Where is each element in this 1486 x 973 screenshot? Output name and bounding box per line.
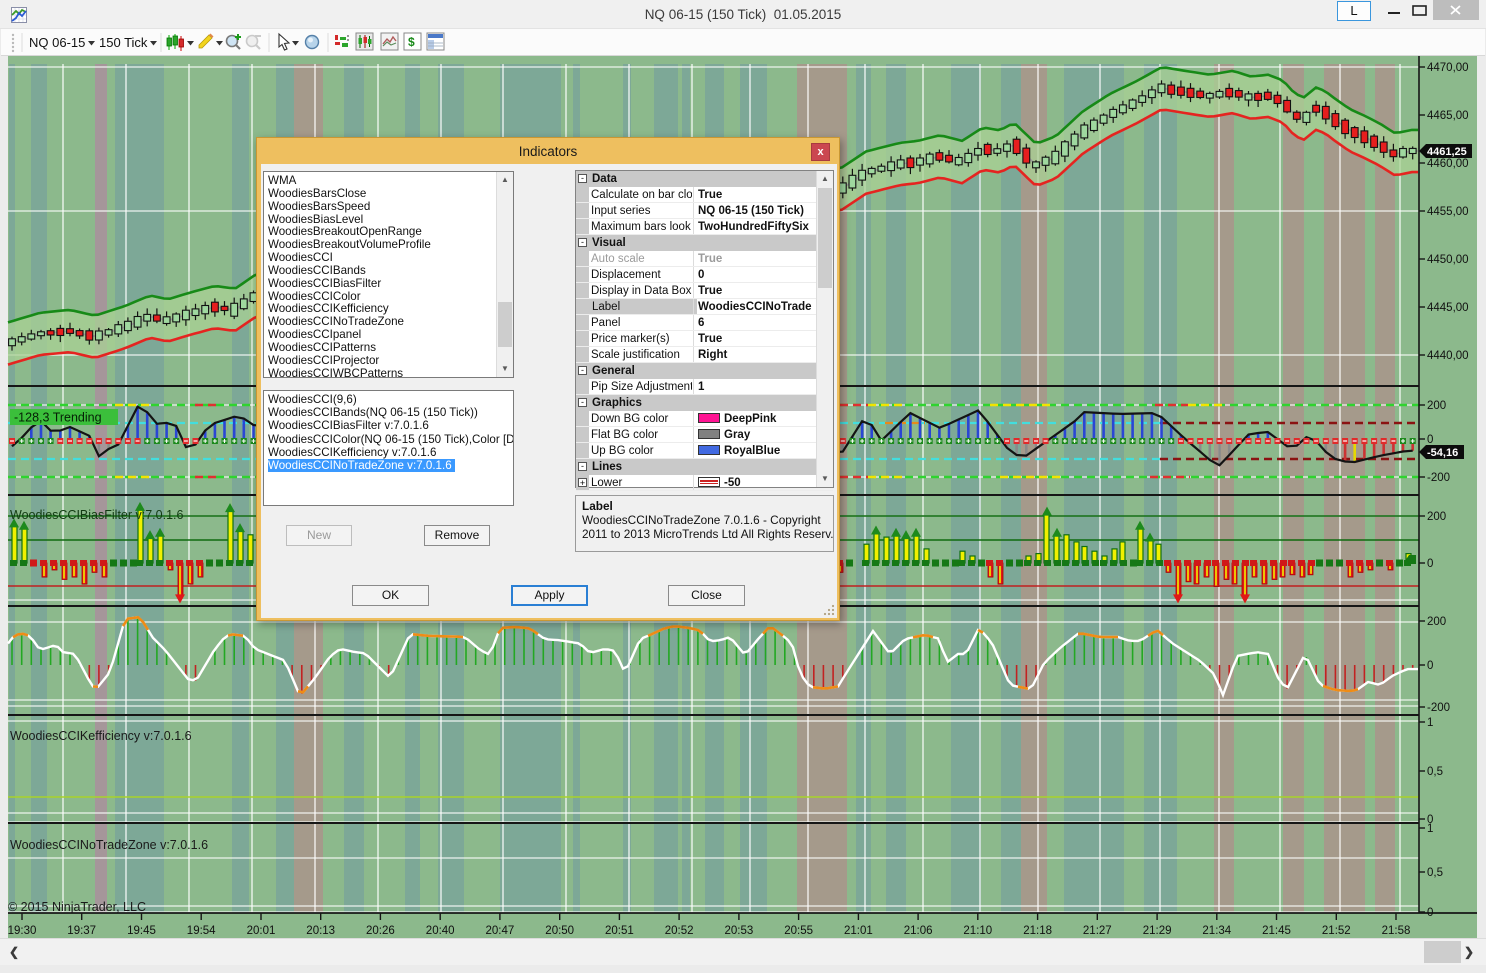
svg-text:200: 200	[1427, 400, 1446, 412]
svg-text:NQ 06-15: NQ 06-15	[29, 35, 85, 50]
svg-text:20:47: 20:47	[486, 925, 515, 937]
svg-text:19:54: 19:54	[187, 925, 216, 937]
svg-text:21:34: 21:34	[1202, 925, 1231, 937]
svg-text:4470,00: 4470,00	[1427, 62, 1469, 74]
svg-text:150 Tick: 150 Tick	[99, 35, 148, 50]
svg-text:4445,00: 4445,00	[1427, 302, 1469, 314]
svg-text:21:29: 21:29	[1143, 925, 1172, 937]
svg-text:0: 0	[1427, 907, 1433, 919]
svg-text:4465,00: 4465,00	[1427, 110, 1469, 122]
svg-text:20:51: 20:51	[605, 925, 634, 937]
svg-text:21:45: 21:45	[1262, 925, 1291, 937]
svg-text:200: 200	[1427, 511, 1446, 523]
svg-text:© 2015 NinjaTrader, LLC: © 2015 NinjaTrader, LLC	[8, 900, 146, 914]
svg-text:21:10: 21:10	[963, 925, 992, 937]
svg-text:20:55: 20:55	[784, 925, 813, 937]
svg-text:200: 200	[1427, 616, 1446, 628]
svg-text:WoodiesCCIKefficiency v:7.0.1.: WoodiesCCIKefficiency v:7.0.1.6	[10, 729, 192, 743]
svg-text:19:45: 19:45	[127, 925, 156, 937]
svg-text:21:06: 21:06	[904, 925, 933, 937]
svg-text:4455,00: 4455,00	[1427, 206, 1469, 218]
svg-text:1: 1	[1427, 717, 1433, 729]
svg-text:20:53: 20:53	[725, 925, 754, 937]
svg-text:1: 1	[1427, 823, 1433, 835]
svg-text:20:40: 20:40	[426, 925, 455, 937]
svg-text:-200: -200	[1427, 702, 1450, 714]
svg-text:0,5: 0,5	[1427, 867, 1443, 879]
svg-text:4460,00: 4460,00	[1427, 158, 1469, 170]
svg-text:-200: -200	[1427, 472, 1450, 484]
svg-text:$: $	[408, 35, 415, 49]
svg-text:20:26: 20:26	[366, 925, 395, 937]
svg-text:21:27: 21:27	[1083, 925, 1112, 937]
svg-text:0: 0	[1427, 660, 1433, 672]
svg-text:21:58: 21:58	[1382, 925, 1411, 937]
svg-text:-128,3 Trending: -128,3 Trending	[14, 411, 102, 425]
svg-text:19:30: 19:30	[8, 925, 37, 937]
svg-text:19:37: 19:37	[67, 925, 96, 937]
svg-text:WoodiesCCIBiasFilter v:7.0.1.6: WoodiesCCIBiasFilter v:7.0.1.6	[10, 508, 183, 522]
svg-text:4450,00: 4450,00	[1427, 254, 1469, 266]
svg-text:20:50: 20:50	[545, 925, 574, 937]
svg-text:4461,25: 4461,25	[1427, 146, 1467, 158]
svg-text:-54,16: -54,16	[1427, 447, 1458, 459]
svg-text:21:18: 21:18	[1023, 925, 1052, 937]
svg-text:0,5: 0,5	[1427, 766, 1443, 778]
svg-text:WoodiesCCINoTradeZone v:7.0.1.: WoodiesCCINoTradeZone v:7.0.1.6	[10, 838, 208, 852]
svg-text:21:01: 21:01	[844, 925, 873, 937]
svg-text:0: 0	[1427, 558, 1433, 570]
svg-text:20:13: 20:13	[306, 925, 335, 937]
svg-text:20:01: 20:01	[247, 925, 276, 937]
svg-text:21:52: 21:52	[1322, 925, 1351, 937]
svg-text:20:52: 20:52	[665, 925, 694, 937]
svg-text:0: 0	[1427, 434, 1433, 446]
svg-text:4440,00: 4440,00	[1427, 350, 1469, 362]
